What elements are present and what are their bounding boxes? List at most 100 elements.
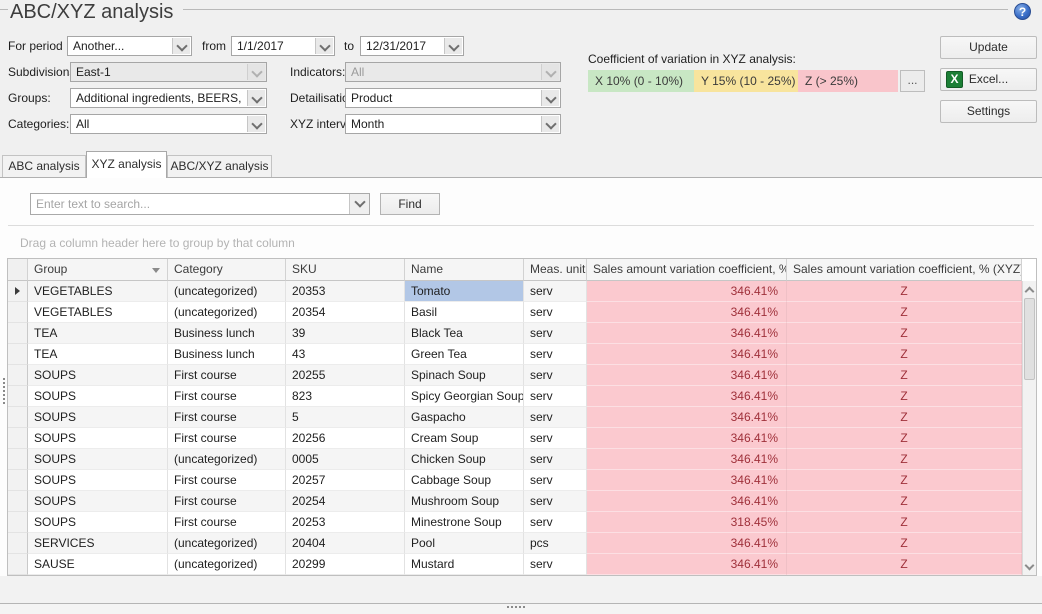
vertical-scrollbar[interactable] (1022, 281, 1036, 575)
cell-unit[interactable]: serv (524, 302, 587, 323)
cell-category[interactable]: First course (168, 491, 286, 512)
cell-group[interactable]: VEGETABLES (28, 281, 168, 302)
cell-unit[interactable]: serv (524, 365, 587, 386)
cell-category[interactable]: Business lunch (168, 323, 286, 344)
cell-category[interactable]: (uncategorized) (168, 554, 286, 575)
cell-xyz[interactable]: Z (787, 491, 1022, 512)
cell-sku[interactable]: 823 (286, 386, 405, 407)
cell-name[interactable]: Pool (405, 533, 524, 554)
cell-xyz[interactable]: Z (787, 302, 1022, 323)
period-dropdown-button[interactable] (172, 38, 190, 54)
cell-category[interactable]: First course (168, 428, 286, 449)
cell-group[interactable]: SOUPS (28, 386, 168, 407)
cell-coef[interactable]: 346.41% (587, 491, 787, 512)
cell-unit[interactable]: serv (524, 470, 587, 491)
cell-group[interactable]: SAUSE (28, 554, 168, 575)
cell-name-selected[interactable]: Tomato (405, 281, 524, 302)
cell-name[interactable]: Cream Soup (405, 428, 524, 449)
cell-xyz[interactable]: Z (787, 344, 1022, 365)
cell-unit[interactable]: serv (524, 512, 587, 533)
cell-name[interactable]: Minestrone Soup (405, 512, 524, 533)
cell-category[interactable]: First course (168, 386, 286, 407)
cell-coef[interactable]: 346.41% (587, 365, 787, 386)
cell-group[interactable]: SOUPS (28, 512, 168, 533)
search-combo[interactable] (30, 193, 370, 215)
cell-xyz[interactable]: Z (787, 470, 1022, 491)
cell-name[interactable]: Basil (405, 302, 524, 323)
cell-category[interactable]: First course (168, 512, 286, 533)
update-button[interactable]: Update (940, 36, 1037, 59)
scrollbar-thumb[interactable] (1024, 298, 1035, 380)
cell-coef[interactable]: 346.41% (587, 323, 787, 344)
xyz-interval-dropdown-button[interactable] (541, 116, 559, 132)
excel-button[interactable]: X Excel... (940, 68, 1037, 91)
column-header-name[interactable]: Name (405, 259, 524, 281)
cell-unit[interactable]: serv (524, 491, 587, 512)
cell-category[interactable]: First course (168, 365, 286, 386)
search-input[interactable] (31, 194, 329, 214)
column-header-category[interactable]: Category (168, 259, 286, 281)
cell-sku[interactable]: 43 (286, 344, 405, 365)
cell-category[interactable]: (uncategorized) (168, 449, 286, 470)
cell-coef[interactable]: 318.45% (587, 512, 787, 533)
date-to-dropdown-button[interactable] (444, 38, 462, 54)
cell-category[interactable]: First course (168, 407, 286, 428)
scroll-down-button[interactable] (1023, 559, 1036, 574)
period-select[interactable]: Another... (67, 36, 192, 56)
cell-name[interactable]: Mushroom Soup (405, 491, 524, 512)
cell-sku[interactable]: 20253 (286, 512, 405, 533)
cell-name[interactable]: Green Tea (405, 344, 524, 365)
tab-abc-analysis[interactable]: ABC analysis (2, 155, 86, 178)
cell-xyz[interactable]: Z (787, 428, 1022, 449)
cell-group[interactable]: SOUPS (28, 407, 168, 428)
cell-group[interactable]: SOUPS (28, 365, 168, 386)
cell-group[interactable]: VEGETABLES (28, 302, 168, 323)
left-splitter-handle[interactable] (3, 378, 5, 404)
cell-sku[interactable]: 20404 (286, 533, 405, 554)
cell-name[interactable]: Spicy Georgian Soup (405, 386, 524, 407)
cell-name[interactable]: Chicken Soup (405, 449, 524, 470)
cell-sku[interactable]: 20254 (286, 491, 405, 512)
tab-abc-xyz-analysis[interactable]: ABC/XYZ analysis (167, 155, 272, 178)
cell-xyz[interactable]: Z (787, 281, 1022, 302)
column-header-sku[interactable]: SKU (286, 259, 405, 281)
cell-sku[interactable]: 39 (286, 323, 405, 344)
cell-name[interactable]: Mustard (405, 554, 524, 575)
cell-xyz[interactable]: Z (787, 554, 1022, 575)
search-dropdown-button[interactable] (349, 194, 369, 214)
column-header-coef-xyz[interactable]: Sales amount variation coefficient, % (X… (787, 259, 1022, 281)
cell-group[interactable]: TEA (28, 323, 168, 344)
cell-coef[interactable]: 346.41% (587, 554, 787, 575)
cell-unit[interactable]: serv (524, 323, 587, 344)
cell-group[interactable]: SOUPS (28, 491, 168, 512)
date-from-select[interactable]: 1/1/2017 (231, 36, 335, 56)
cell-xyz[interactable]: Z (787, 323, 1022, 344)
column-header-meas-unit[interactable]: Meas. unit (524, 259, 587, 281)
cell-category[interactable]: (uncategorized) (168, 533, 286, 554)
cell-sku[interactable]: 20354 (286, 302, 405, 323)
cell-xyz[interactable]: Z (787, 449, 1022, 470)
cell-xyz[interactable]: Z (787, 407, 1022, 428)
detailisation-select[interactable]: Product (345, 88, 561, 108)
cell-unit[interactable]: serv (524, 407, 587, 428)
cell-unit[interactable]: serv (524, 428, 587, 449)
cell-unit[interactable]: serv (524, 386, 587, 407)
cell-category[interactable]: Business lunch (168, 344, 286, 365)
cell-coef[interactable]: 346.41% (587, 302, 787, 323)
cell-unit[interactable]: serv (524, 449, 587, 470)
cell-name[interactable]: Black Tea (405, 323, 524, 344)
cell-coef[interactable]: 346.41% (587, 533, 787, 554)
cell-coef[interactable]: 346.41% (587, 449, 787, 470)
cell-sku[interactable]: 20255 (286, 365, 405, 386)
legend-more-button[interactable]: ... (900, 70, 925, 92)
cell-unit[interactable]: serv (524, 344, 587, 365)
cell-xyz[interactable]: Z (787, 386, 1022, 407)
cell-category[interactable]: First course (168, 470, 286, 491)
scroll-up-button[interactable] (1023, 282, 1036, 297)
cell-name[interactable]: Cabbage Soup (405, 470, 524, 491)
cell-coef[interactable]: 346.41% (587, 428, 787, 449)
date-from-dropdown-button[interactable] (315, 38, 333, 54)
cell-category[interactable]: (uncategorized) (168, 281, 286, 302)
cell-group[interactable]: SERVICES (28, 533, 168, 554)
cell-sku[interactable]: 20257 (286, 470, 405, 491)
